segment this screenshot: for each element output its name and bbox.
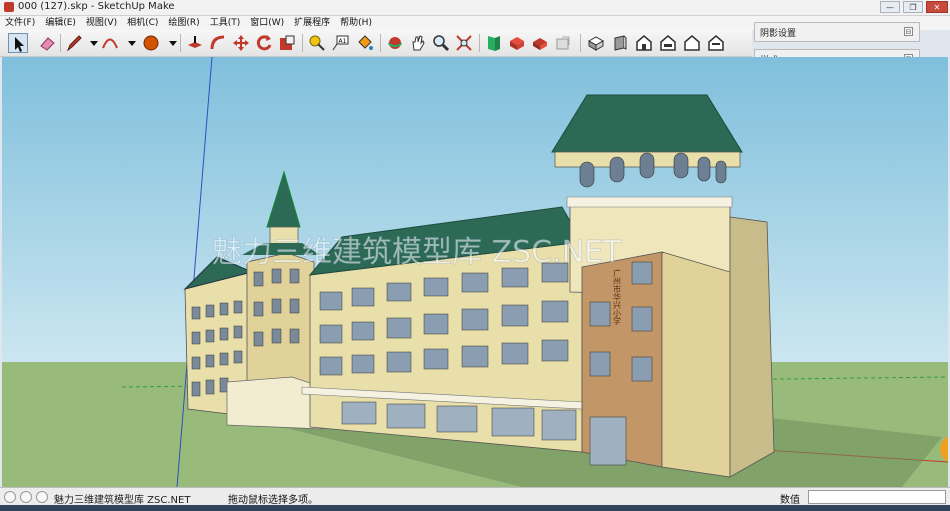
- title-bar: 000 (127).skp - SketchUp Make — ❐ ✕: [0, 0, 950, 16]
- shape-icon[interactable]: [141, 33, 161, 53]
- menu-draw[interactable]: 绘图(R): [163, 16, 204, 30]
- warehouse-icon[interactable]: [553, 33, 573, 53]
- shadow-settings-panel[interactable]: 阴影设置 ⊟: [754, 22, 920, 42]
- menu-file[interactable]: 文件(F): [0, 16, 40, 30]
- help-icon[interactable]: [36, 491, 48, 503]
- iso-view-icon[interactable]: [586, 33, 606, 53]
- collapse-icon[interactable]: ⊟: [904, 27, 913, 36]
- status-bar: 魅力三维建筑模型库 ZSC.NET 拖动鼠标选择多项。 数值: [0, 487, 950, 506]
- right-view-icon[interactable]: [658, 33, 678, 53]
- model-viewport[interactable]: 广州市华兴小学 魅力三维建筑模型库 ZSC.NET: [2, 57, 948, 487]
- sketchup-app-icon: [4, 2, 14, 12]
- measurements-label: 数值: [780, 495, 800, 506]
- menu-extensions[interactable]: 扩展程序: [289, 16, 335, 30]
- right-tower: 广州市华兴小学: [551, 94, 775, 478]
- arc-icon[interactable]: [100, 33, 120, 53]
- menu-edit[interactable]: 编辑(E): [40, 16, 81, 30]
- materials-icon[interactable]: [530, 33, 550, 53]
- minimize-button[interactable]: —: [880, 1, 900, 13]
- pencil-icon[interactable]: [64, 33, 84, 53]
- watermark-text: 魅力三维建筑模型库 ZSC.NET: [212, 235, 622, 270]
- menu-view[interactable]: 视图(V): [81, 16, 122, 30]
- building-model-render: 广州市华兴小学 魅力三维建筑模型库 ZSC.NET: [2, 57, 948, 487]
- status-watermark-text: 魅力三维建筑模型库 ZSC.NET: [54, 495, 191, 506]
- top-view-icon[interactable]: [610, 33, 630, 53]
- move-icon[interactable]: [231, 33, 251, 53]
- svg-text:A1: A1: [339, 38, 347, 45]
- left-view-icon[interactable]: [706, 33, 726, 53]
- zoom-icon[interactable]: [431, 33, 451, 53]
- menu-window[interactable]: 窗口(W): [245, 16, 289, 30]
- zoom-extents-icon[interactable]: [454, 33, 474, 53]
- main-toolbar: A1: [0, 30, 752, 57]
- close-button[interactable]: ✕: [926, 1, 948, 13]
- scale-icon[interactable]: [277, 33, 297, 53]
- select-icon[interactable]: [8, 33, 28, 53]
- push-pull-icon[interactable]: [185, 33, 205, 53]
- menu-camera[interactable]: 相机(C): [122, 16, 163, 30]
- model-info-icon[interactable]: [484, 33, 504, 53]
- dropdown-icon[interactable]: [84, 33, 98, 53]
- dropdown-icon[interactable]: [122, 33, 136, 53]
- school-sign-text: 广州市华兴小学: [613, 268, 622, 325]
- shadow-settings-title: 阴影设置: [760, 29, 797, 39]
- tape-measure-icon[interactable]: [307, 33, 327, 53]
- menu-help[interactable]: 帮助(H): [335, 16, 377, 30]
- window-title: 000 (127).skp - SketchUp Make: [18, 1, 175, 12]
- orbit-icon[interactable]: [385, 33, 405, 53]
- dropdown-icon[interactable]: [163, 33, 177, 53]
- follow-me-icon[interactable]: [208, 33, 228, 53]
- rotate-icon[interactable]: [254, 33, 274, 53]
- geo-location-icon[interactable]: [4, 491, 16, 503]
- pan-icon[interactable]: [408, 33, 428, 53]
- back-view-icon[interactable]: [682, 33, 702, 53]
- paint-bucket-icon[interactable]: [355, 33, 375, 53]
- maximize-button[interactable]: ❐: [903, 1, 923, 13]
- menu-tools[interactable]: 工具(T): [205, 16, 246, 30]
- status-hint: 拖动鼠标选择多项。: [228, 495, 318, 506]
- credits-icon[interactable]: [20, 491, 32, 503]
- eraser-icon[interactable]: [37, 33, 57, 53]
- os-taskbar: [0, 505, 950, 511]
- measurements-input[interactable]: [808, 490, 946, 504]
- components-icon[interactable]: [507, 33, 527, 53]
- front-view-icon[interactable]: [634, 33, 654, 53]
- text-icon[interactable]: A1: [330, 33, 350, 53]
